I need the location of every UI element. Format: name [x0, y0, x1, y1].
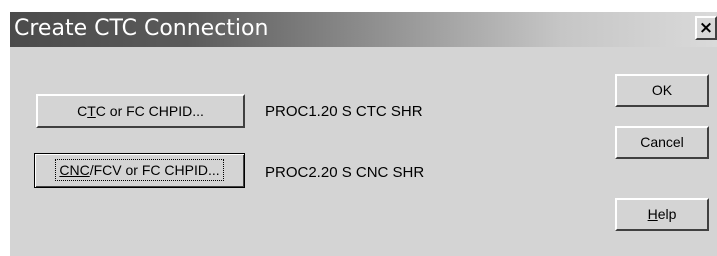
cnc-connection-value: PROC2.20 S CNC SHR: [265, 164, 425, 181]
mnemonic-underline: H: [647, 206, 658, 222]
ctc-or-fc-chpid-button-label: CTC or FC CHPID...: [77, 103, 204, 119]
ok-button[interactable]: OK: [615, 74, 709, 107]
ctc-or-fc-chpid-button[interactable]: CTC or FC CHPID...: [36, 94, 245, 128]
close-icon: ×: [698, 18, 714, 38]
mnemonic-underline: CNC: [59, 162, 90, 178]
help-button-label: Help: [647, 206, 677, 222]
cnc-fcv-or-fc-chpid-button[interactable]: CNC/FCV or FC CHPID...: [34, 153, 245, 188]
cancel-button[interactable]: Cancel: [615, 126, 709, 159]
close-button[interactable]: ×: [695, 16, 717, 40]
mnemonic-underline: T: [87, 103, 96, 119]
cnc-fcv-or-fc-chpid-button-label: CNC/FCV or FC CHPID...: [55, 159, 224, 181]
ctc-connection-value: PROC1.20 S CTC SHR: [265, 103, 423, 120]
create-ctc-connection-dialog: Create CTC Connection × CTC or FC CHPID.…: [10, 12, 717, 256]
help-button[interactable]: Help: [615, 198, 709, 231]
dialog-title: Create CTC Connection: [14, 16, 269, 41]
title-bar[interactable]: Create CTC Connection ×: [10, 12, 717, 47]
